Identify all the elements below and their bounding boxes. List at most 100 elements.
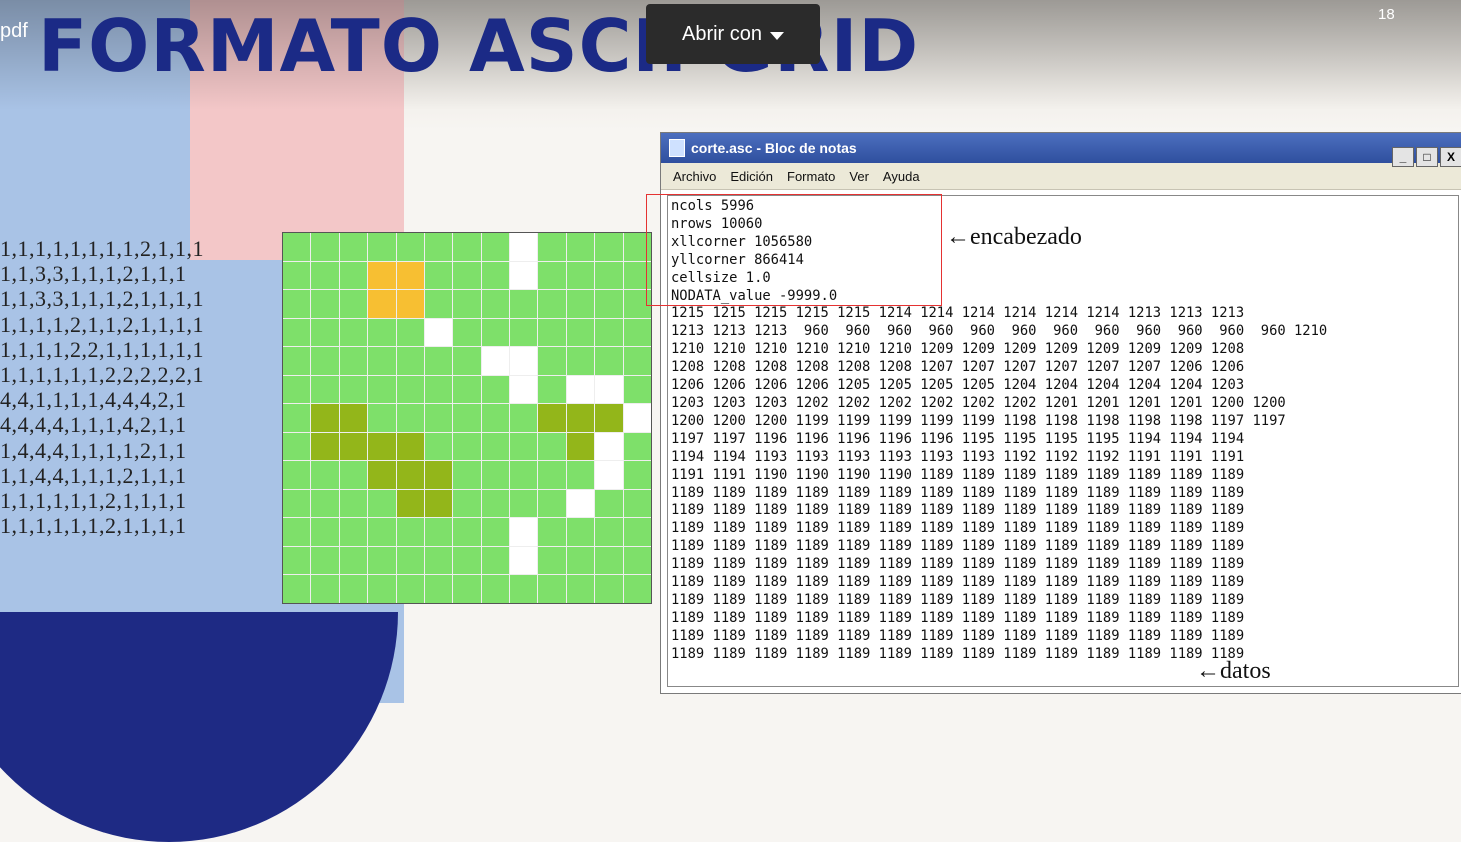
grid-cell — [396, 575, 424, 603]
background-navy-shape — [0, 612, 398, 842]
open-with-button[interactable]: Abrir con — [646, 4, 820, 64]
grid-cell — [283, 546, 311, 575]
grid-cell — [595, 347, 623, 375]
menu-archivo[interactable]: Archivo — [673, 169, 716, 184]
grid-cell — [283, 461, 311, 489]
grid-cell — [368, 518, 396, 546]
grid-cell — [453, 432, 481, 461]
grid-cell — [595, 575, 623, 603]
grid-cell — [510, 261, 538, 290]
grid-cell — [623, 575, 651, 603]
grid-cell — [566, 546, 595, 575]
menu-ver[interactable]: Ver — [849, 169, 869, 184]
chevron-down-icon — [770, 32, 785, 40]
close-button[interactable]: X — [1440, 147, 1461, 167]
grid-cell — [424, 261, 453, 290]
grid-cell — [339, 518, 368, 546]
grid-cell — [566, 347, 595, 375]
grid-cell — [453, 233, 481, 261]
grid-cell — [396, 233, 424, 261]
grid-cell — [481, 261, 510, 290]
grid-cell — [283, 375, 311, 404]
matrix-row: 1,1,1,1,1,1,2,2,2,2,2,1 — [0, 362, 204, 388]
grid-cell — [283, 404, 311, 432]
grid-cell — [311, 575, 339, 603]
grid-cell — [538, 489, 566, 518]
grid-cell — [311, 461, 339, 489]
grid-cell — [368, 261, 396, 290]
grid-cell — [623, 518, 651, 546]
grid-cell — [339, 461, 368, 489]
grid-cell — [510, 518, 538, 546]
grid-cell — [368, 318, 396, 347]
grid-cell — [510, 375, 538, 404]
grid-cell — [595, 432, 623, 461]
grid-cell — [510, 318, 538, 347]
grid-cell — [481, 518, 510, 546]
grid-cell — [424, 432, 453, 461]
notepad-titlebar[interactable]: corte.asc - Bloc de notas _ □ X — [661, 133, 1461, 167]
grid-cell — [453, 575, 481, 603]
menu-ayuda[interactable]: Ayuda — [883, 169, 920, 184]
raster-grid-figure — [282, 232, 652, 604]
grid-cell — [595, 518, 623, 546]
grid-cell — [623, 461, 651, 489]
grid-cell — [339, 489, 368, 518]
data-annotation: ←datos — [1196, 658, 1271, 684]
grid-cell — [424, 375, 453, 404]
menu-formato[interactable]: Formato — [787, 169, 835, 184]
grid-cell — [595, 461, 623, 489]
grid-cell — [453, 318, 481, 347]
minimize-button[interactable]: _ — [1392, 147, 1414, 167]
grid-cell — [368, 575, 396, 603]
grid-cell — [566, 233, 595, 261]
grid-cell — [424, 461, 453, 489]
grid-cell — [538, 318, 566, 347]
grid-cell — [566, 375, 595, 404]
grid-cell — [538, 461, 566, 489]
grid-cell — [339, 347, 368, 375]
matrix-row: 1,1,3,3,1,1,1,2,1,1,1,1 — [0, 286, 204, 312]
grid-cell — [339, 375, 368, 404]
grid-cell — [481, 489, 510, 518]
grid-cell — [283, 261, 311, 290]
grid-cell — [396, 347, 424, 375]
value-matrix: 1,1,1,1,1,1,1,1,2,1,1,1 1,1,3,3,1,1,1,2,1… — [0, 236, 204, 538]
grid-cell — [510, 404, 538, 432]
matrix-row: 1,1,4,4,1,1,1,2,1,1,1 — [0, 462, 187, 488]
grid-cell — [339, 575, 368, 603]
grid-cell — [538, 575, 566, 603]
matrix-row: 1,1,1,1,1,1,1,1,2,1,1,1 — [0, 236, 204, 261]
grid-cell — [424, 546, 453, 575]
open-with-label: Abrir con — [681, 22, 763, 45]
grid-cell — [339, 546, 368, 575]
grid-cell — [453, 261, 481, 290]
grid-cell — [368, 404, 396, 432]
grid-cell — [538, 290, 566, 318]
grid-cell — [453, 404, 481, 432]
matrix-row: 1,1,3,3,1,1,1,2,1,1,1 — [0, 261, 187, 287]
grid-cell — [623, 489, 651, 518]
grid-cell — [424, 489, 453, 518]
grid-cell — [510, 233, 538, 261]
matrix-row: 1,1,1,1,2,1,1,2,1,1,1,1 — [0, 311, 204, 337]
grid-cell — [283, 432, 311, 461]
grid-cell — [283, 233, 311, 261]
grid-cell — [538, 518, 566, 546]
grid-cell — [623, 318, 651, 347]
grid-cell — [424, 518, 453, 546]
grid-cell — [424, 290, 453, 318]
maximize-button[interactable]: □ — [1416, 147, 1438, 167]
grid-cell — [595, 318, 623, 347]
grid-cell — [595, 404, 623, 432]
page-number: 18 — [1378, 6, 1395, 23]
grid-cell — [396, 261, 424, 290]
grid-cell — [339, 404, 368, 432]
menu-edicion[interactable]: Edición — [730, 169, 773, 184]
grid-cell — [311, 233, 339, 261]
grid-cell — [396, 432, 424, 461]
notepad-menubar: Archivo Edición Formato Ver Ayuda — [661, 163, 1461, 190]
grid-cell — [283, 290, 311, 318]
grid-cell — [339, 233, 368, 261]
grid-cell — [453, 290, 481, 318]
